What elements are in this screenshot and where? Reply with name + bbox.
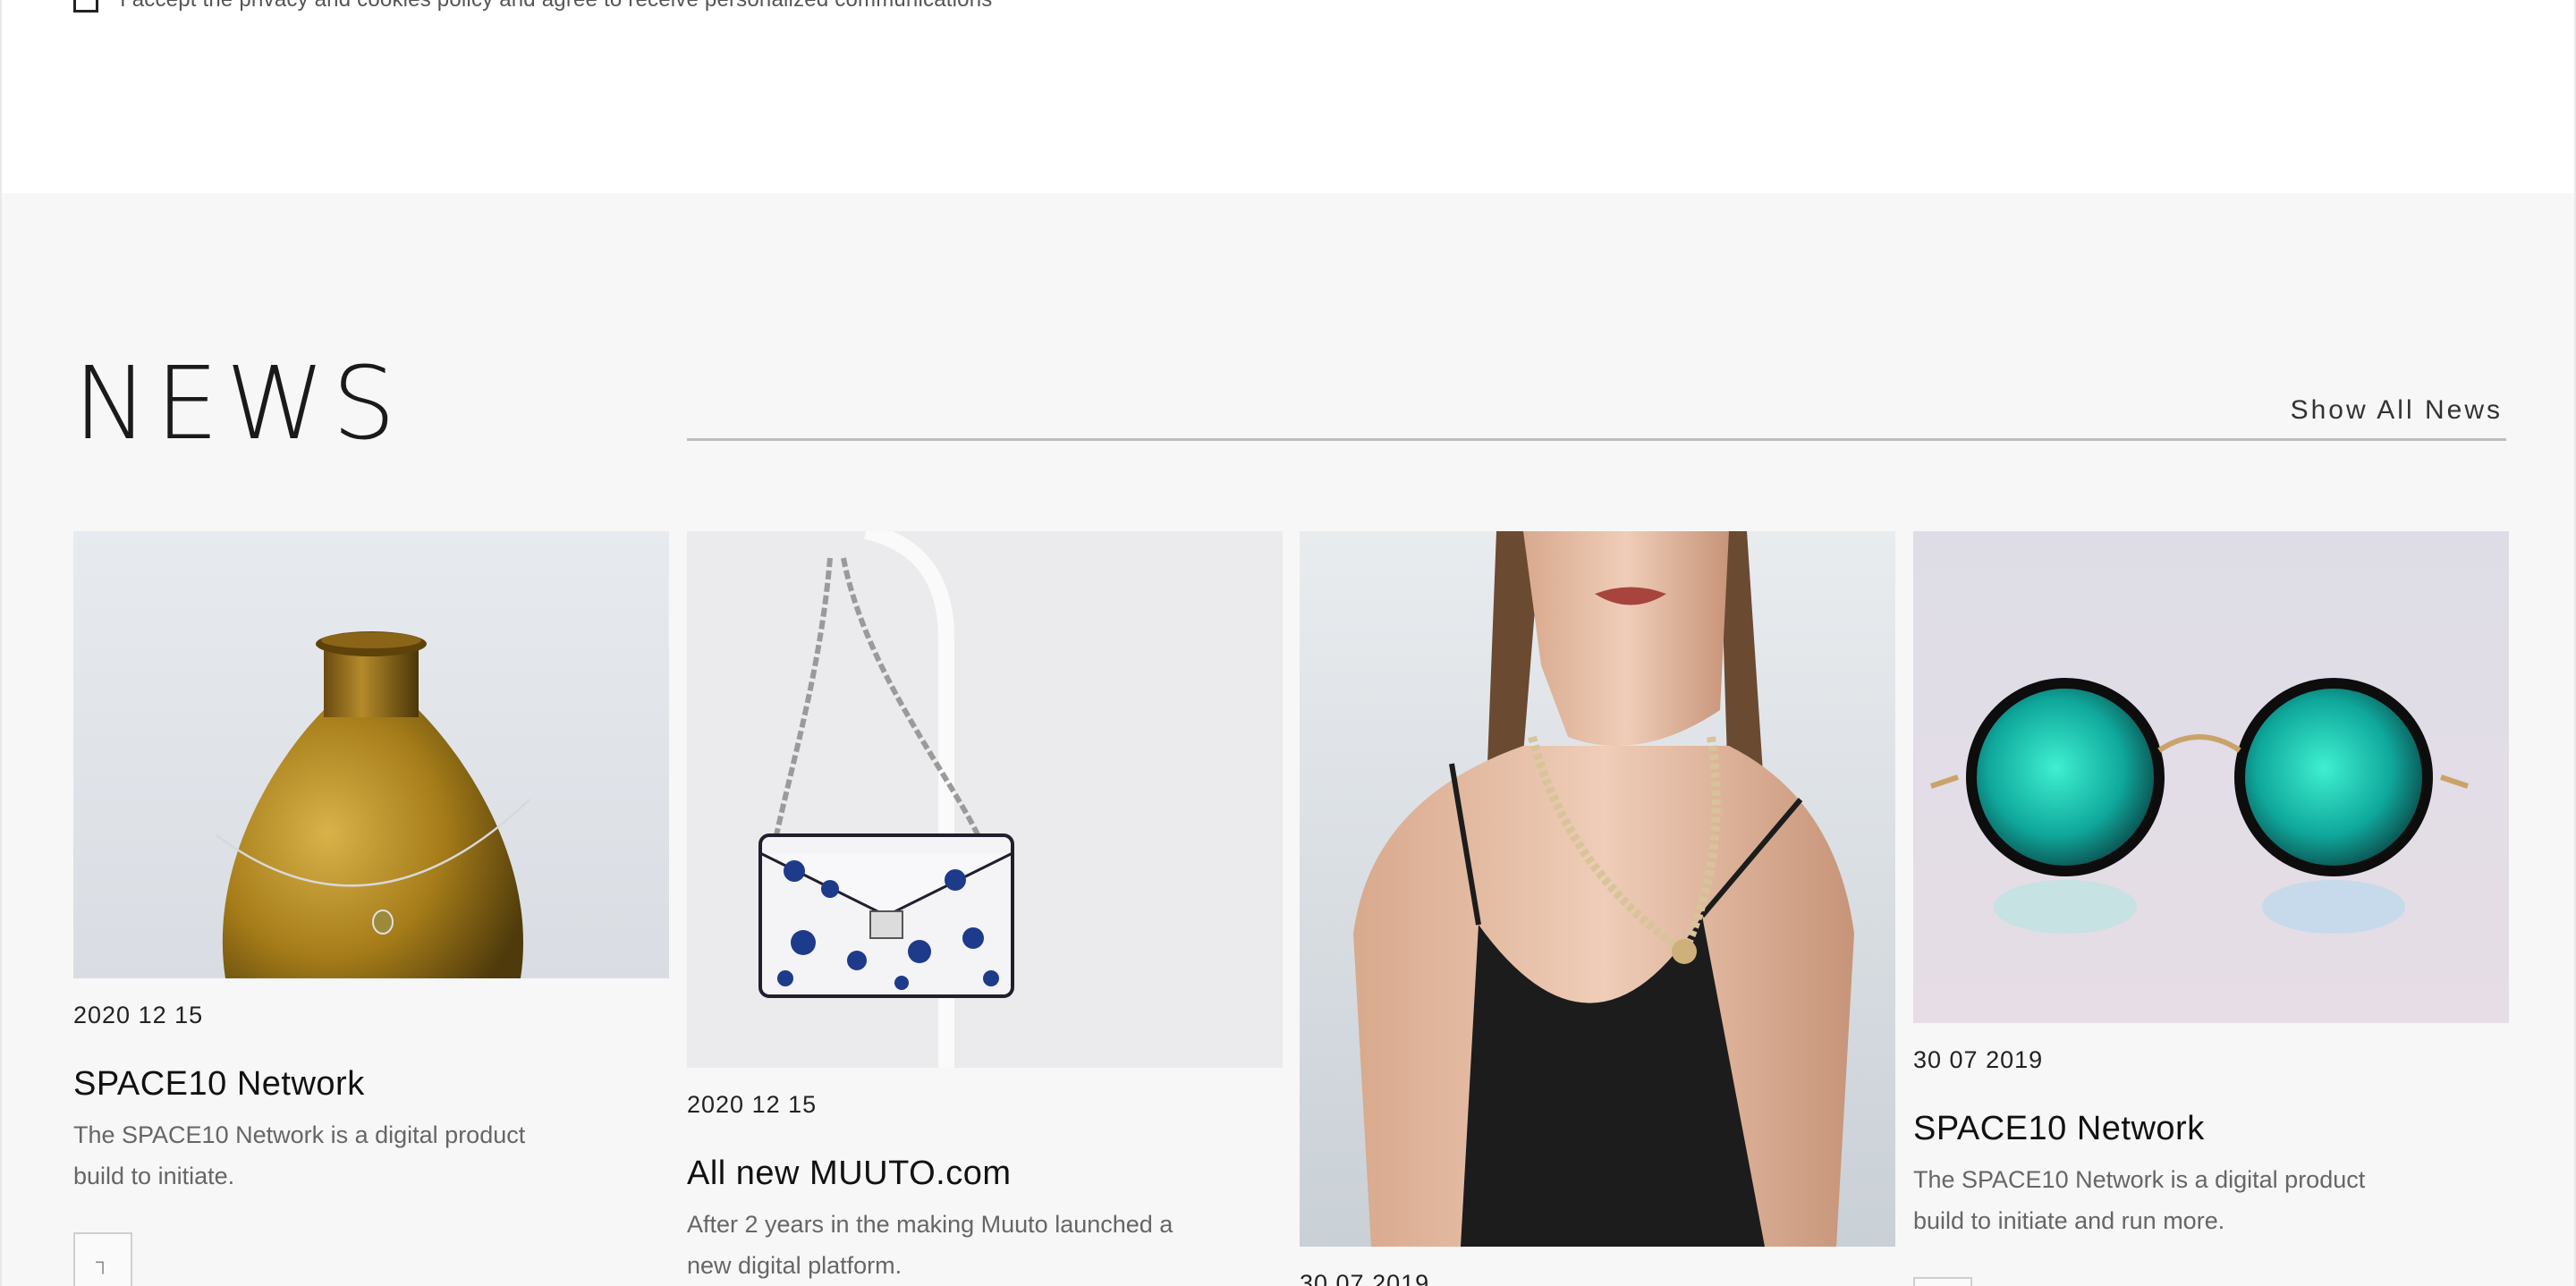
- news-card-date: 2020 12 15: [73, 1002, 204, 1028]
- news-card-description: The SPACE10 Network is a digital product…: [73, 1121, 526, 1189]
- news-card-title[interactable]: All new MUUTO.com: [687, 1155, 1283, 1193]
- corner-arrow-icon: ┐: [96, 1250, 110, 1273]
- consent-checkbox[interactable]: [73, 0, 98, 13]
- woman-image: [1300, 531, 1895, 1247]
- news-card[interactable]: 30 07 2019: [1300, 531, 1895, 1286]
- news-card-image[interactable]: [1913, 531, 2509, 1023]
- news-card-title[interactable]: SPACE10 Network: [1913, 1110, 2509, 1148]
- news-card-image[interactable]: [73, 531, 669, 978]
- show-all-news-link[interactable]: Show All News: [2291, 395, 2503, 426]
- consent-label: I accept the privacy and cookies policy …: [120, 0, 992, 13]
- news-section: NEWS Show All News 2020 12 15 SPACE10 Ne…: [0, 193, 2576, 1286]
- consent-section: I accept the privacy and cookies policy …: [0, 0, 2576, 193]
- news-heading: NEWS: [73, 346, 403, 462]
- read-more-button[interactable]: ┐: [1913, 1277, 1972, 1286]
- news-card[interactable]: 30 07 2019 SPACE10 Network The SPACE10 N…: [1913, 531, 2509, 1286]
- vase-image: [73, 531, 669, 978]
- news-card-date: 30 07 2019: [1913, 1046, 2044, 1073]
- sunglasses-image: [1913, 531, 2509, 1023]
- news-card-date: 2020 12 15: [687, 1091, 818, 1118]
- heading-divider: [687, 438, 2506, 441]
- consent-row[interactable]: I accept the privacy and cookies policy …: [73, 0, 992, 13]
- news-card-title[interactable]: SPACE10 Network: [73, 1065, 669, 1104]
- news-card[interactable]: 2020 12 15 All new MUUTO.com After 2 yea…: [687, 531, 1283, 1286]
- news-card-description: The SPACE10 Network is a digital product…: [1913, 1166, 2366, 1234]
- read-more-button[interactable]: ┐: [73, 1232, 132, 1286]
- handbag-image: [687, 531, 1283, 1068]
- news-card-image[interactable]: [1300, 531, 1895, 1247]
- news-card-date: 30 07 2019: [1300, 1270, 1430, 1286]
- news-card[interactable]: 2020 12 15 SPACE10 Network The SPACE10 N…: [73, 531, 669, 1286]
- news-card-image[interactable]: [687, 531, 1283, 1068]
- news-card-description: After 2 years in the making Muuto launch…: [687, 1211, 1174, 1279]
